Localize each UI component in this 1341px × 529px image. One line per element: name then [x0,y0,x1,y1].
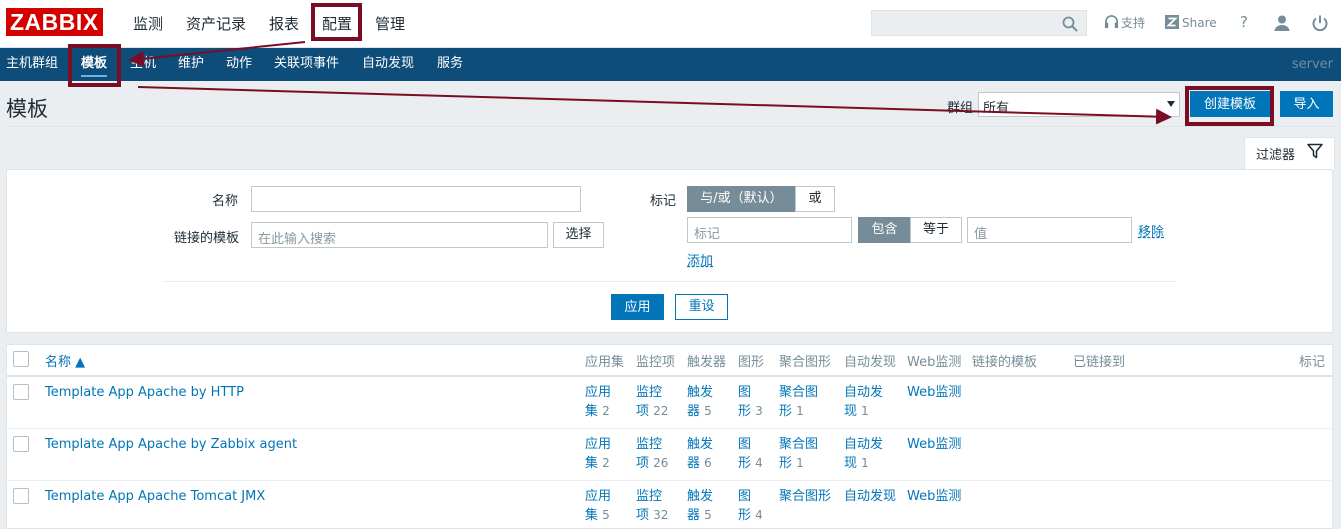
arrow-to-templates [128,41,306,67]
arrow-to-create-template [137,86,1172,125]
annotation-arrows [128,41,1172,125]
